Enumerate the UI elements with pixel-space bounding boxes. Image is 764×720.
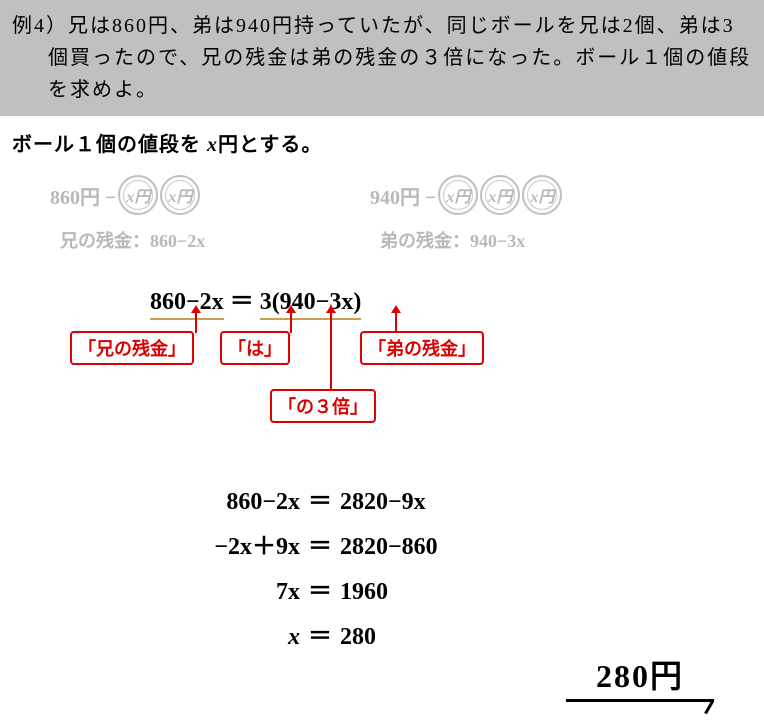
setup-line: ボール１個の値段を x円とする。	[12, 128, 764, 157]
problem-box: 例4）兄は860円、弟は940円持っていたが、同じボールを兄は2個、弟は3個買っ…	[0, 0, 764, 116]
calc-eq: ＝	[300, 571, 340, 606]
calc-right: 280	[340, 624, 376, 651]
calc-left: −2x＋9x	[130, 526, 300, 561]
calc-row: −2x＋9x ＝ 2820−860	[130, 526, 764, 561]
calc-row: 7x ＝ 1960	[130, 571, 764, 606]
ball-icon: x円	[522, 175, 562, 215]
calculation-steps: 860−2x ＝ 2820−9x −2x＋9x ＝ 2820−860 7x ＝ …	[130, 481, 764, 651]
annot-bai: 「の３倍」	[270, 389, 376, 423]
ball-icon: x円	[160, 175, 200, 215]
calc-eq: ＝	[300, 481, 340, 516]
calc-left: 7x	[130, 579, 300, 606]
setup-prefix: ボール１個の値段を	[12, 134, 207, 156]
calc-right: 2820−860	[340, 534, 438, 561]
setup-suffix: 円とする。	[218, 134, 322, 156]
oto-money-row: 940円 − x円 x円 x円	[370, 175, 562, 215]
hint-area: 860円 − x円 x円 940円 − x円 x円 x円 兄の残金：860−2x…	[0, 165, 764, 275]
calc-row: x ＝ 280	[130, 616, 764, 651]
eq-right: 3(940−3x)	[260, 289, 362, 320]
ball-icon: x円	[438, 175, 478, 215]
arrow	[395, 311, 397, 333]
main-equation-area: 860−2x ＝ 3(940−3x) 「兄の残金」 「は」 「の３倍」 「弟の残…	[0, 281, 764, 471]
eq-left-text: 860−2x	[150, 289, 224, 315]
final-answer: 280円	[566, 651, 714, 702]
ball-icon: x円	[480, 175, 520, 215]
calc-row: 860−2x ＝ 2820−9x	[130, 481, 764, 516]
calc-right: 2820−9x	[340, 489, 426, 516]
calc-eq: ＝	[300, 526, 340, 561]
calc-left: x	[130, 624, 300, 651]
setup-var: x	[207, 134, 218, 156]
eq-symbol: ＝	[230, 289, 254, 315]
arrow	[330, 311, 332, 391]
calc-right: 1960	[340, 579, 388, 606]
problem-label: 例4）	[12, 15, 68, 37]
annot-wa: 「は」	[220, 331, 290, 365]
arrow	[290, 311, 292, 333]
ani-zankin: 兄の残金：860−2x	[60, 227, 205, 253]
problem-text: 例4）兄は860円、弟は940円持っていたが、同じボールを兄は2個、弟は3個買っ…	[12, 10, 754, 106]
annot-ani: 「兄の残金」	[70, 331, 194, 365]
eq-left: 860−2x	[150, 289, 224, 320]
ball-icon: x円	[118, 175, 158, 215]
oto-zankin: 弟の残金：940−3x	[380, 227, 525, 253]
oto-money: 940円 −	[370, 181, 436, 210]
annot-oto: 「弟の残金」	[360, 331, 484, 365]
eq-coef: 3	[260, 289, 272, 315]
ani-money: 860円 −	[50, 181, 116, 210]
ani-money-row: 860円 − x円 x円	[50, 175, 200, 215]
calc-eq: ＝	[300, 616, 340, 651]
calc-left: 860−2x	[130, 489, 300, 516]
arrow	[195, 311, 197, 333]
problem-body: 兄は860円、弟は940円持っていたが、同じボールを兄は2個、弟は3個買ったので…	[48, 15, 751, 101]
